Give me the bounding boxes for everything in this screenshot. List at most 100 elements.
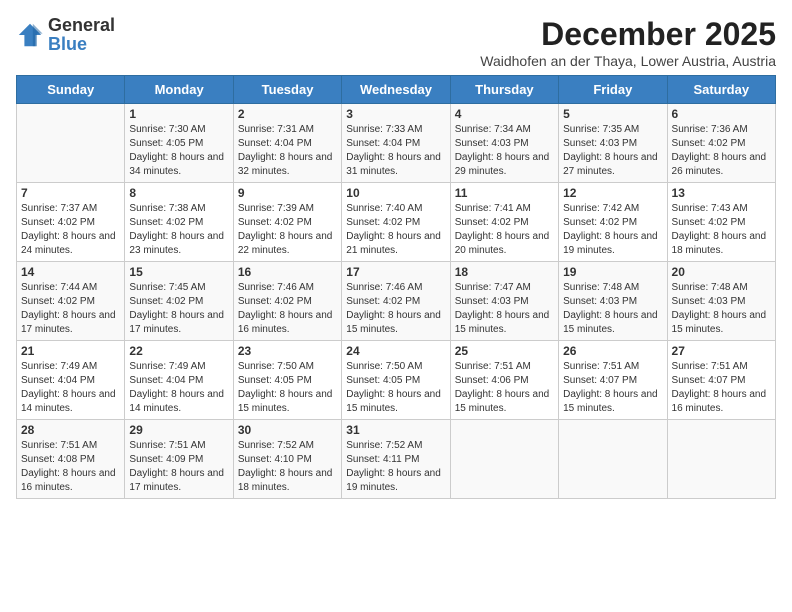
day-info: Sunrise: 7:46 AMSunset: 4:02 PMDaylight:… [346, 281, 445, 337]
calendar-cell: 20Sunrise: 7:48 AMSunset: 4:03 PMDayligh… [667, 262, 775, 341]
day-info: Sunrise: 7:45 AMSunset: 4:02 PMDaylight:… [129, 281, 228, 337]
day-info: Sunrise: 7:46 AMSunset: 4:02 PMDaylight:… [238, 281, 337, 337]
day-number: 21 [21, 344, 120, 358]
calendar-cell: 29Sunrise: 7:51 AMSunset: 4:09 PMDayligh… [125, 420, 233, 499]
logo-general: General [48, 15, 115, 35]
day-info: Sunrise: 7:38 AMSunset: 4:02 PMDaylight:… [129, 202, 228, 258]
day-number: 22 [129, 344, 228, 358]
day-number: 7 [21, 186, 120, 200]
day-number: 28 [21, 423, 120, 437]
weekday-header-saturday: Saturday [667, 76, 775, 104]
day-number: 5 [563, 107, 662, 121]
day-info: Sunrise: 7:39 AMSunset: 4:02 PMDaylight:… [238, 202, 337, 258]
day-number: 26 [563, 344, 662, 358]
day-info: Sunrise: 7:50 AMSunset: 4:05 PMDaylight:… [346, 360, 445, 416]
weekday-header-row: SundayMondayTuesdayWednesdayThursdayFrid… [17, 76, 776, 104]
calendar-cell: 21Sunrise: 7:49 AMSunset: 4:04 PMDayligh… [17, 341, 125, 420]
calendar-cell: 15 Sunrise: 7:45 AMSunset: 4:02 PMDayligh… [125, 262, 233, 341]
day-info: Sunrise: 7:48 AMSunset: 4:03 PMDaylight:… [563, 281, 662, 337]
day-info: Sunrise: 7:42 AMSunset: 4:02 PMDaylight:… [563, 202, 662, 258]
day-info: Sunrise: 7:49 AMSunset: 4:04 PMDaylight:… [129, 360, 228, 416]
day-info: Sunrise: 7:35 AMSunset: 4:03 PMDaylight:… [563, 123, 662, 179]
calendar-cell: 13 Sunrise: 7:43 AMSunset: 4:02 PMDayligh… [667, 183, 775, 262]
day-info: Sunrise: 7:51 AMSunset: 4:07 PMDaylight:… [563, 360, 662, 416]
day-number: 14 [21, 265, 120, 279]
calendar-cell: 2Sunrise: 7:31 AMSunset: 4:04 PMDaylight… [233, 104, 341, 183]
calendar-week-5: 28 Sunrise: 7:51 AMSunset: 4:08 PMDayligh… [17, 420, 776, 499]
day-number: 13 [672, 186, 771, 200]
day-number: 3 [346, 107, 445, 121]
day-info: Sunrise: 7:52 AMSunset: 4:11 PMDaylight:… [346, 439, 445, 495]
calendar-cell: 31 Sunrise: 7:52 AMSunset: 4:11 PMDayligh… [342, 420, 450, 499]
calendar-cell: 22 Sunrise: 7:49 AMSunset: 4:04 PMDayligh… [125, 341, 233, 420]
day-number: 11 [455, 186, 554, 200]
day-info: Sunrise: 7:33 AMSunset: 4:04 PMDaylight:… [346, 123, 445, 179]
day-number: 31 [346, 423, 445, 437]
day-number: 29 [129, 423, 228, 437]
calendar-cell: 1 Sunrise: 7:30 AMSunset: 4:05 PMDaylight… [125, 104, 233, 183]
day-number: 2 [238, 107, 337, 121]
calendar-cell: 8 Sunrise: 7:38 AMSunset: 4:02 PMDaylight… [125, 183, 233, 262]
day-info: Sunrise: 7:34 AMSunset: 4:03 PMDaylight:… [455, 123, 554, 179]
weekday-header-monday: Monday [125, 76, 233, 104]
calendar-cell: 18 Sunrise: 7:47 AMSunset: 4:03 PMDayligh… [450, 262, 558, 341]
day-number: 17 [346, 265, 445, 279]
day-info: Sunrise: 7:51 AMSunset: 4:08 PMDaylight:… [21, 439, 120, 495]
page-header: General Blue December 2025 Waidhofen an … [16, 16, 776, 69]
calendar-cell [667, 420, 775, 499]
calendar-cell: 28 Sunrise: 7:51 AMSunset: 4:08 PMDayligh… [17, 420, 125, 499]
day-number: 25 [455, 344, 554, 358]
day-number: 19 [563, 265, 662, 279]
calendar-cell [559, 420, 667, 499]
logo-text: General Blue [48, 16, 115, 54]
weekday-header-friday: Friday [559, 76, 667, 104]
weekday-header-thursday: Thursday [450, 76, 558, 104]
calendar-cell: 6 Sunrise: 7:36 AMSunset: 4:02 PMDaylight… [667, 104, 775, 183]
calendar-cell [450, 420, 558, 499]
weekday-header-tuesday: Tuesday [233, 76, 341, 104]
day-info: Sunrise: 7:30 AMSunset: 4:05 PMDaylight:… [129, 123, 228, 179]
day-number: 6 [672, 107, 771, 121]
calendar-cell: 30Sunrise: 7:52 AMSunset: 4:10 PMDayligh… [233, 420, 341, 499]
calendar-cell: 23 Sunrise: 7:50 AMSunset: 4:05 PMDayligh… [233, 341, 341, 420]
calendar-table: SundayMondayTuesdayWednesdayThursdayFrid… [16, 75, 776, 499]
day-info: Sunrise: 7:50 AMSunset: 4:05 PMDaylight:… [238, 360, 337, 416]
calendar-cell: 27 Sunrise: 7:51 AMSunset: 4:07 PMDayligh… [667, 341, 775, 420]
day-info: Sunrise: 7:44 AMSunset: 4:02 PMDaylight:… [21, 281, 120, 337]
calendar-week-1: 1 Sunrise: 7:30 AMSunset: 4:05 PMDaylight… [17, 104, 776, 183]
day-number: 27 [672, 344, 771, 358]
calendar-cell: 12Sunrise: 7:42 AMSunset: 4:02 PMDayligh… [559, 183, 667, 262]
calendar-cell: 26 Sunrise: 7:51 AMSunset: 4:07 PMDayligh… [559, 341, 667, 420]
calendar-cell: 11Sunrise: 7:41 AMSunset: 4:02 PMDayligh… [450, 183, 558, 262]
weekday-header-sunday: Sunday [17, 76, 125, 104]
calendar-week-2: 7 Sunrise: 7:37 AMSunset: 4:02 PMDaylight… [17, 183, 776, 262]
logo-blue: Blue [48, 34, 87, 54]
day-info: Sunrise: 7:47 AMSunset: 4:03 PMDaylight:… [455, 281, 554, 337]
day-number: 15 [129, 265, 228, 279]
day-number: 8 [129, 186, 228, 200]
calendar-cell [17, 104, 125, 183]
day-info: Sunrise: 7:40 AMSunset: 4:02 PMDaylight:… [346, 202, 445, 258]
day-number: 30 [238, 423, 337, 437]
day-info: Sunrise: 7:36 AMSunset: 4:02 PMDaylight:… [672, 123, 771, 179]
day-number: 9 [238, 186, 337, 200]
day-number: 4 [455, 107, 554, 121]
calendar-cell: 17 Sunrise: 7:46 AMSunset: 4:02 PMDayligh… [342, 262, 450, 341]
day-number: 10 [346, 186, 445, 200]
calendar-cell: 24Sunrise: 7:50 AMSunset: 4:05 PMDayligh… [342, 341, 450, 420]
day-number: 1 [129, 107, 228, 121]
day-info: Sunrise: 7:51 AMSunset: 4:07 PMDaylight:… [672, 360, 771, 416]
day-number: 18 [455, 265, 554, 279]
calendar-cell: 7 Sunrise: 7:37 AMSunset: 4:02 PMDaylight… [17, 183, 125, 262]
day-info: Sunrise: 7:43 AMSunset: 4:02 PMDaylight:… [672, 202, 771, 258]
location-title: Waidhofen an der Thaya, Lower Austria, A… [480, 53, 776, 69]
day-info: Sunrise: 7:37 AMSunset: 4:02 PMDaylight:… [21, 202, 120, 258]
calendar-cell: 3 Sunrise: 7:33 AMSunset: 4:04 PMDaylight… [342, 104, 450, 183]
calendar-cell: 4 Sunrise: 7:34 AMSunset: 4:03 PMDaylight… [450, 104, 558, 183]
month-title: December 2025 [480, 16, 776, 53]
calendar-cell: 14 Sunrise: 7:44 AMSunset: 4:02 PMDayligh… [17, 262, 125, 341]
calendar-cell: 16Sunrise: 7:46 AMSunset: 4:02 PMDayligh… [233, 262, 341, 341]
day-number: 23 [238, 344, 337, 358]
logo: General Blue [16, 16, 115, 54]
calendar-cell: 10 Sunrise: 7:40 AMSunset: 4:02 PMDayligh… [342, 183, 450, 262]
